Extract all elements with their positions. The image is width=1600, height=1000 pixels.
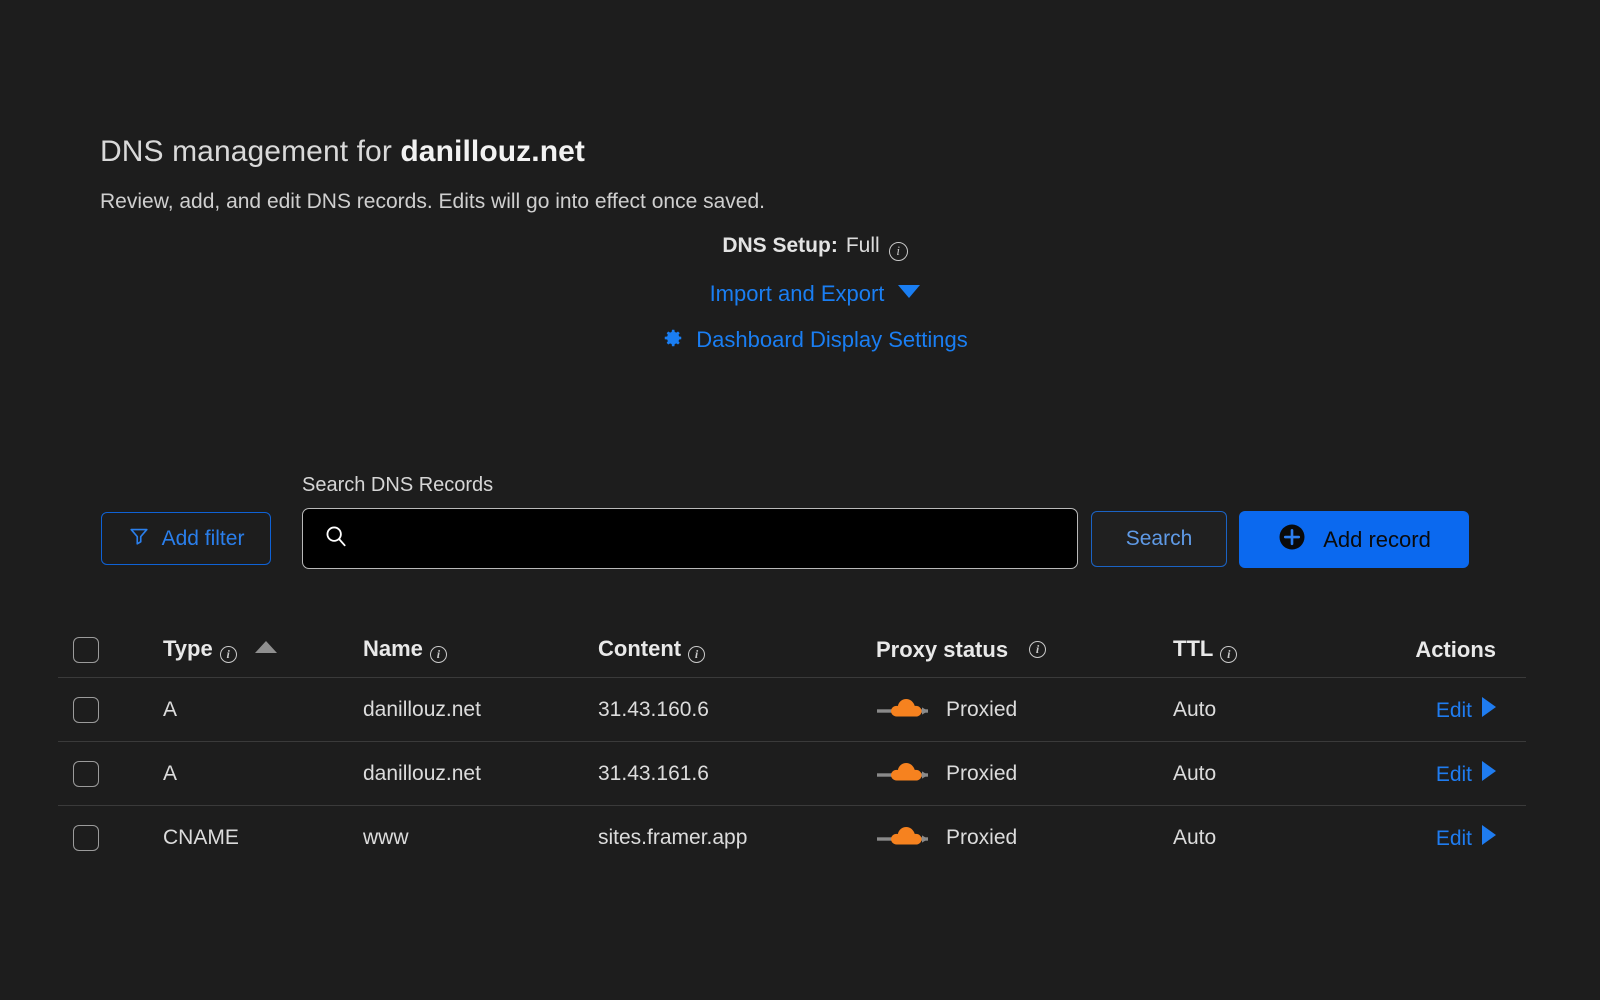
cell-proxy-status: Proxied	[876, 694, 1173, 726]
dns-records-table: Type i Name i Content i Proxy status i TTL i …	[58, 622, 1526, 870]
chevron-down-icon[interactable]	[898, 285, 921, 298]
info-icon[interactable]: i	[888, 242, 908, 261]
select-all-cell	[58, 636, 163, 663]
add-filter-button[interactable]: Add filter	[101, 512, 271, 565]
page-title-prefix: DNS management for	[100, 135, 401, 168]
info-icon[interactable]: i	[1220, 646, 1238, 663]
column-header-proxy-status-label: Proxy status	[876, 636, 1009, 662]
edit-link[interactable]: Edit	[1436, 827, 1472, 850]
search-input[interactable]	[349, 509, 1077, 568]
row-select-cell	[58, 825, 163, 851]
table-row[interactable]: CNAME www sites.framer.app Proxied Auto …	[58, 806, 1526, 870]
dns-setup-row: DNS Setup: Full i	[100, 234, 1530, 261]
table-row[interactable]: A danillouz.net 31.43.160.6 Proxied Auto…	[58, 678, 1526, 742]
chevron-right-icon[interactable]	[1482, 825, 1496, 845]
column-header-name[interactable]: Name i	[363, 636, 598, 663]
import-export-row: Import and Export	[100, 281, 1530, 307]
proxy-status-label: Proxied	[946, 826, 1018, 849]
proxy-status-label: Proxied	[946, 761, 1018, 785]
search-box[interactable]	[302, 508, 1078, 569]
column-header-content[interactable]: Content i	[598, 636, 876, 663]
dashboard-display-settings-link[interactable]: Dashboard Display Settings	[696, 327, 967, 352]
row-select-cell	[58, 760, 163, 787]
cell-actions: Edit	[1398, 825, 1526, 851]
cell-actions: Edit	[1398, 696, 1526, 723]
column-header-content-label: Content	[598, 636, 682, 661]
column-header-actions: Actions	[1415, 636, 1496, 662]
funnel-icon	[128, 525, 150, 553]
cell-proxy-status: Proxied	[876, 822, 1173, 854]
column-header-ttl[interactable]: TTL i	[1173, 636, 1398, 663]
column-header-name-label: Name	[363, 636, 423, 661]
edit-link[interactable]: Edit	[1436, 699, 1472, 722]
info-icon[interactable]: i	[1029, 641, 1047, 658]
cloud-proxied-icon[interactable]	[876, 822, 932, 854]
cell-name: www	[363, 826, 409, 849]
cell-ttl: Auto	[1173, 826, 1217, 849]
cell-ttl: Auto	[1173, 761, 1217, 785]
select-all-checkbox[interactable]	[73, 636, 99, 663]
column-header-type-label: Type	[163, 636, 213, 661]
search-input-label: Search DNS Records	[302, 474, 494, 496]
cell-type: CNAME	[163, 826, 239, 849]
page-subtitle: Review, add, and edit DNS records. Edits…	[100, 190, 765, 213]
info-icon[interactable]: i	[688, 646, 706, 663]
table-row[interactable]: A danillouz.net 31.43.161.6 Proxied Auto…	[58, 742, 1526, 806]
records-toolbar: Search DNS Records Add filter Search Add…	[0, 466, 1600, 586]
column-header-ttl-label: TTL	[1173, 636, 1214, 661]
column-header-type[interactable]: Type i	[163, 636, 363, 663]
page-title-domain: danillouz.net	[400, 135, 586, 168]
import-export-link[interactable]: Import and Export	[710, 281, 885, 306]
cell-ttl: Auto	[1173, 697, 1217, 721]
cloud-proxied-icon[interactable]	[876, 694, 932, 726]
row-checkbox[interactable]	[73, 696, 99, 723]
cell-name: danillouz.net	[363, 697, 481, 721]
search-button[interactable]: Search	[1091, 511, 1227, 567]
dashboard-settings-row: Dashboard Display Settings	[100, 327, 1530, 354]
row-checkbox[interactable]	[73, 825, 99, 851]
column-header-proxy-status[interactable]: Proxy status i	[876, 637, 1173, 663]
edit-link[interactable]: Edit	[1436, 763, 1472, 786]
add-record-label: Add record	[1323, 526, 1431, 552]
row-checkbox[interactable]	[73, 760, 99, 787]
plus-circle-icon	[1277, 522, 1307, 558]
cloud-proxied-icon[interactable]	[876, 758, 932, 790]
cell-content: 31.43.160.6	[598, 697, 709, 721]
dns-setup-value: Full	[845, 234, 880, 257]
cell-actions: Edit	[1398, 760, 1526, 787]
chevron-right-icon[interactable]	[1482, 760, 1496, 781]
cell-name: danillouz.net	[363, 761, 481, 785]
page-title: DNS management for danillouz.net	[100, 132, 1530, 172]
info-icon[interactable]: i	[429, 646, 447, 663]
chevron-right-icon[interactable]	[1482, 696, 1496, 717]
search-icon	[323, 523, 349, 554]
table-header-row: Type i Name i Content i Proxy status i TTL i …	[58, 622, 1526, 678]
info-icon[interactable]: i	[219, 646, 237, 663]
add-record-button[interactable]: Add record	[1239, 511, 1469, 568]
add-filter-label: Add filter	[161, 526, 245, 550]
page-header: DNS management for danillouz.net Review,…	[100, 132, 1530, 354]
cell-content: sites.framer.app	[598, 826, 748, 849]
dns-management-page: DNS management for danillouz.net Review,…	[0, 0, 1600, 1000]
cell-type: A	[163, 697, 178, 721]
cell-proxy-status: Proxied	[876, 758, 1173, 790]
proxy-status-label: Proxied	[946, 697, 1018, 721]
gear-icon[interactable]	[662, 327, 684, 354]
dns-setup-label: DNS Setup:	[722, 234, 838, 257]
cell-content: 31.43.161.6	[598, 761, 709, 785]
cell-type: A	[163, 761, 178, 785]
row-select-cell	[58, 696, 163, 723]
sort-ascending-icon[interactable]	[254, 641, 277, 653]
